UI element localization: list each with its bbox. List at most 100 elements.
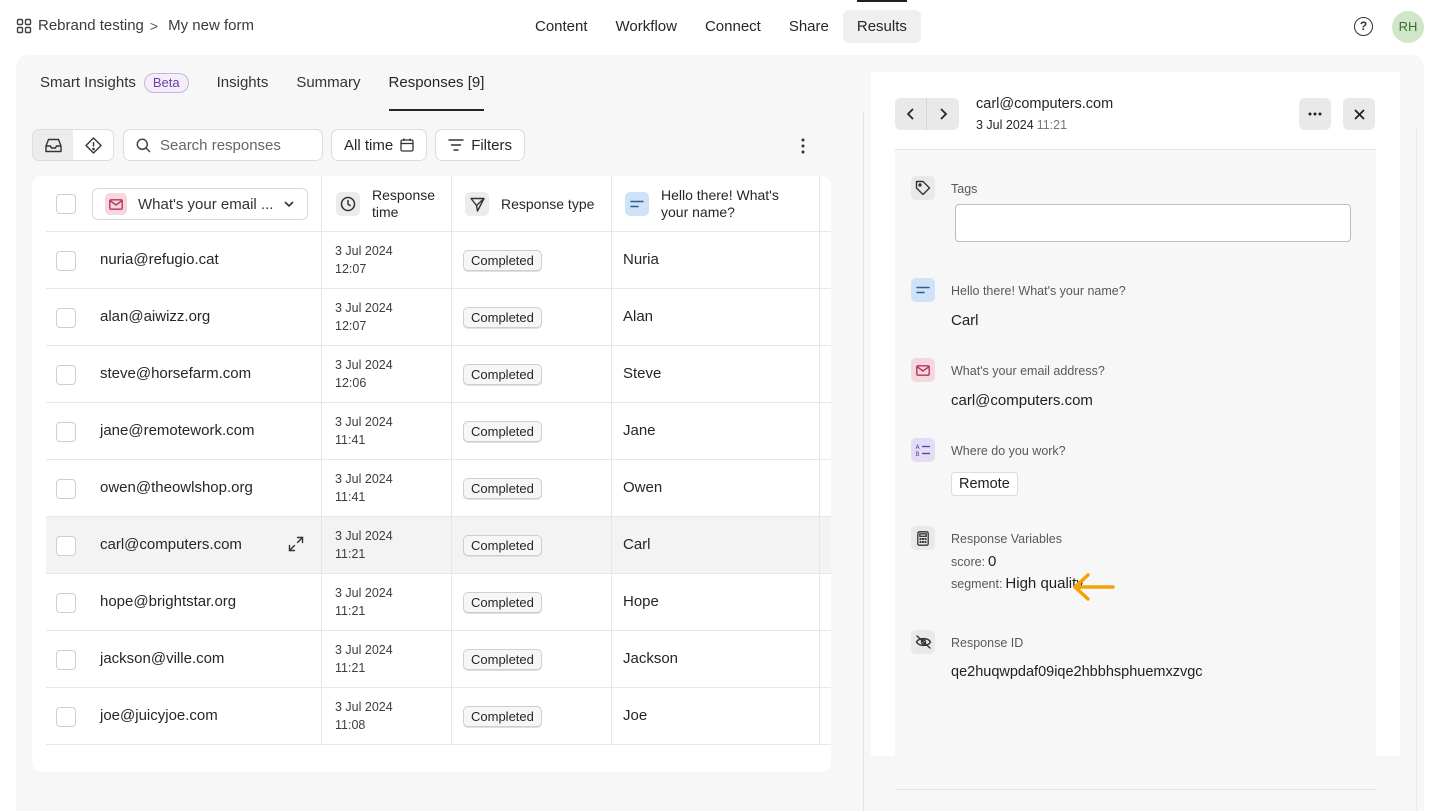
response-id-value: qe2huqwpdaf09iqe2hbbhsphuemxzvgc xyxy=(951,664,1203,680)
row-date: 3 Jul 2024 xyxy=(335,415,393,429)
table-row[interactable]: alan@aiwizz.org 3 Jul 2024 12:07 Complete… xyxy=(46,289,831,346)
tab-responses[interactable]: Responses [9] xyxy=(388,55,484,111)
row-checkbox[interactable] xyxy=(56,650,76,670)
response-time-header[interactable]: Response time xyxy=(336,176,435,232)
row-response-time: 3 Jul 2024 11:21 xyxy=(335,641,393,677)
row-email: jane@remotework.com xyxy=(100,422,255,439)
breadcrumb-form[interactable]: My new form xyxy=(168,17,254,34)
row-response-time: 3 Jul 2024 11:41 xyxy=(335,413,393,449)
row-checkbox[interactable] xyxy=(56,422,76,442)
row-time: 11:21 xyxy=(335,661,366,675)
table-row[interactable]: nuria@refugio.cat 3 Jul 2024 12:07 Comple… xyxy=(46,232,831,289)
row-checkbox[interactable] xyxy=(56,365,76,385)
tab-workflow[interactable]: Workflow xyxy=(602,10,691,43)
tab-smart-insights[interactable]: Smart Insights Beta xyxy=(40,55,189,111)
row-checkbox[interactable] xyxy=(56,308,76,328)
detail-respondent-email: carl@computers.com xyxy=(976,96,1114,112)
main-nav: Content Workflow Connect Share Results xyxy=(521,0,921,43)
table-row[interactable]: jackson@ville.com 3 Jul 2024 11:21 Comple… xyxy=(46,631,831,688)
row-name: Joe xyxy=(623,707,648,724)
tags-label: Tags xyxy=(951,182,978,196)
row-time: 11:41 xyxy=(335,490,366,504)
search-input[interactable]: Search responses xyxy=(123,129,323,161)
row-date: 3 Jul 2024 xyxy=(335,244,393,258)
help-icon[interactable]: ? xyxy=(1354,17,1373,36)
email-answer: carl@computers.com xyxy=(951,392,1093,409)
response-time-header-line2: time xyxy=(372,204,399,220)
row-checkbox[interactable] xyxy=(56,707,76,727)
tab-summary[interactable]: Summary xyxy=(296,55,360,111)
score-variable: score: 0 xyxy=(951,553,996,570)
response-time-header-line1: Response xyxy=(372,187,436,203)
tab-content[interactable]: Content xyxy=(521,10,602,43)
previous-response-button[interactable] xyxy=(895,98,927,130)
row-date: 3 Jul 2024 xyxy=(335,700,393,714)
detail-body: Tags Hello there! What's your name? Carl… xyxy=(895,150,1376,756)
row-checkbox[interactable] xyxy=(56,479,76,499)
expand-icon[interactable] xyxy=(288,536,304,552)
search-icon xyxy=(136,138,151,153)
close-button[interactable] xyxy=(1343,98,1375,130)
avatar[interactable]: RH xyxy=(1392,11,1424,43)
row-checkbox[interactable] xyxy=(56,251,76,271)
more-actions-button[interactable] xyxy=(1299,98,1331,130)
column-divider[interactable] xyxy=(819,176,820,744)
select-all-checkbox[interactable] xyxy=(56,194,76,214)
tab-connect[interactable]: Connect xyxy=(691,10,775,43)
column-divider[interactable] xyxy=(611,176,612,744)
tab-results[interactable]: Results xyxy=(842,0,921,43)
chevron-left-icon xyxy=(906,108,914,120)
breadcrumb-workspace[interactable]: Rebrand testing xyxy=(38,17,144,34)
row-response-time: 3 Jul 2024 12:07 xyxy=(335,299,393,335)
tags-input[interactable] xyxy=(955,204,1351,242)
row-date: 3 Jul 2024 xyxy=(335,529,393,543)
row-name: Nuria xyxy=(623,251,659,268)
close-icon xyxy=(1354,109,1364,119)
name-question-header[interactable]: Hello there! What's your name? xyxy=(625,176,779,232)
tab-smart-insights-label: Smart Insights xyxy=(40,74,136,91)
more-options-icon[interactable] xyxy=(796,137,810,155)
segment-variable: segment: High quality xyxy=(951,575,1084,592)
status-badge: Completed xyxy=(463,649,542,670)
table-row[interactable]: hope@brightstar.org 3 Jul 2024 11:21 Comp… xyxy=(46,574,831,631)
response-variables-field: Response Variables score: 0 segment: High … xyxy=(911,526,1371,606)
table-row[interactable]: owen@theowlshop.org 3 Jul 2024 11:41 Comp… xyxy=(46,460,831,517)
email-column-selector[interactable]: What's your email ... xyxy=(92,188,308,220)
status-badge: Completed xyxy=(463,307,542,328)
inbox-icon[interactable] xyxy=(33,130,73,160)
tab-share[interactable]: Share xyxy=(775,10,843,43)
row-time: 11:21 xyxy=(335,547,366,561)
email-column-label: What's your email ... xyxy=(138,195,274,213)
email-answer-field: What's your email address? carl@computer… xyxy=(911,358,1371,418)
row-time: 11:21 xyxy=(335,604,366,618)
row-name: Owen xyxy=(623,479,663,496)
grid-icon[interactable] xyxy=(16,18,32,34)
beta-badge: Beta xyxy=(143,73,189,93)
status-badge: Completed xyxy=(463,706,542,727)
row-checkbox[interactable] xyxy=(56,593,76,613)
column-divider[interactable] xyxy=(451,176,452,744)
time-filter-button[interactable]: All time xyxy=(331,129,428,161)
search-placeholder: Search responses xyxy=(160,136,281,154)
table-row[interactable]: steve@horsefarm.com 3 Jul 2024 12:06 Comp… xyxy=(46,346,831,403)
next-response-button[interactable] xyxy=(927,98,959,130)
row-time: 11:08 xyxy=(335,718,366,732)
table-row[interactable]: jane@remotework.com 3 Jul 2024 11:41 Comp… xyxy=(46,403,831,460)
response-navigation xyxy=(895,98,959,130)
response-type-header[interactable]: Response type xyxy=(465,176,594,232)
table-row-selected[interactable]: carl@computers.com 3 Jul 2024 11:21 Compl… xyxy=(46,517,831,574)
row-email: carl@computers.com xyxy=(100,536,242,553)
column-divider[interactable] xyxy=(321,176,322,744)
name-header-line2: your name? xyxy=(661,204,735,220)
send-icon xyxy=(465,192,489,216)
chevron-right-icon xyxy=(940,108,948,120)
table-header: What's your email ... Response time Resp… xyxy=(46,176,831,232)
work-question-label: Where do you work? xyxy=(951,444,1066,458)
row-checkbox[interactable] xyxy=(56,536,76,556)
partial-responses-icon[interactable] xyxy=(73,130,113,160)
tab-insights[interactable]: Insights xyxy=(217,55,269,111)
filters-button[interactable]: Filters xyxy=(435,129,526,161)
name-answer: Carl xyxy=(951,312,979,329)
table-row[interactable]: joe@juicyjoe.com 3 Jul 2024 11:08 Complet… xyxy=(46,688,831,745)
chevron-right-icon: > xyxy=(149,17,159,34)
